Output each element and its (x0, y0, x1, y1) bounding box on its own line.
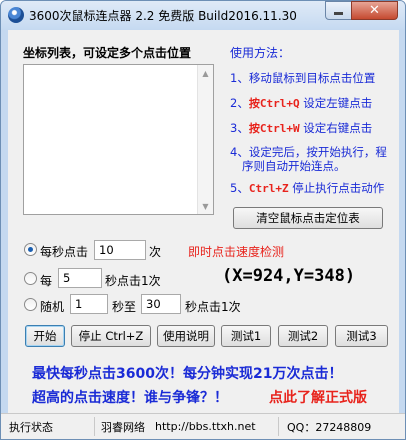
test3-button[interactable]: 测试3 (335, 325, 388, 347)
radio-every-n-seconds[interactable] (24, 272, 37, 285)
usage-step-2-text: 设定左键点击 (299, 96, 373, 110)
per-second-label: 每秒点击 (40, 245, 89, 259)
usage-step-5: 5、Ctrl+Z 停止执行点击动作 (230, 180, 384, 196)
window-title: 3600次鼠标连点器 2.2 免费版 Build2016.11.30 (29, 9, 297, 23)
usage-step-3: 3、按Ctrl+W 设定右键点击 (230, 120, 372, 136)
promo-line-2: 超高的点击速度！谁与争锋？！ (32, 390, 228, 406)
coord-listbox[interactable]: ▲ ▼ (23, 64, 214, 215)
usage-step-1: 1、移动鼠标到目标点击位置 (230, 71, 376, 85)
scroll-up-icon[interactable]: ▲ (198, 65, 213, 81)
status-bar: 执行状态 羽睿网络 http://bbs.ttxh.net QQ：2724880… (1, 413, 405, 439)
every-seconds-input[interactable]: 5 (58, 268, 102, 288)
usage-step-2: 2、按Ctrl+Q 设定左键点击 (230, 95, 372, 111)
pro-version-link[interactable]: 点此了解正式版 (269, 387, 367, 407)
status-url[interactable]: http://bbs.ttxh.net (149, 417, 279, 436)
stop-button[interactable]: 停止 Ctrl+Z (71, 325, 151, 347)
title-bar[interactable]: 3600次鼠标连点器 2.2 免费版 Build2016.11.30 ✕ (1, 1, 405, 29)
per-second-count-input[interactable]: 10 (94, 240, 146, 260)
usage-step-2-num: 2、 (230, 96, 249, 110)
help-button[interactable]: 使用说明 (157, 325, 215, 347)
promo-line-1: 最快每秒点击3600次！每分钟实现21万次点击！ (32, 366, 343, 382)
test1-button[interactable]: 测试1 (221, 325, 271, 347)
status-state: 执行状态 (3, 417, 95, 436)
realtime-speed-link[interactable]: 即时点击速度检测 (188, 243, 284, 260)
random-min-input[interactable]: 1 (70, 294, 108, 314)
usage-step-2-key: 按Ctrl+Q (248, 97, 300, 110)
mouse-coordinate-readout: (X=924,Y=348) (222, 266, 356, 286)
client-area: 坐标列表，可设定多个点击位置 ▲ ▼ 使用方法： 1、移动鼠标到目标点击位置 2… (8, 30, 399, 413)
minimize-button[interactable] (325, 1, 352, 20)
usage-step-3-key: 按Ctrl+W (248, 122, 300, 135)
usage-step-3-num: 3、 (230, 121, 249, 135)
usage-step-3-text: 设定右键点击 (299, 121, 373, 135)
usage-title: 使用方法： (230, 46, 291, 60)
radio-per-second[interactable] (24, 243, 37, 256)
usage-step-4-line2: 序则自动开始连点。 (242, 159, 346, 173)
per-second-unit: 次 (149, 245, 162, 259)
status-qq: QQ：27248809 (287, 420, 372, 434)
coord-list-scrollbar[interactable]: ▲ ▼ (197, 65, 213, 214)
test2-button[interactable]: 测试2 (278, 325, 328, 347)
status-company: 羽睿网络 (101, 420, 145, 434)
app-icon (8, 7, 24, 23)
close-icon: ✕ (369, 3, 380, 18)
random-max-input[interactable]: 30 (141, 294, 181, 314)
random-unit: 秒点击1次 (185, 300, 241, 314)
close-button[interactable]: ✕ (351, 1, 398, 20)
usage-step-5-text: 停止执行点击动作 (288, 181, 385, 195)
scroll-down-icon[interactable]: ▼ (198, 198, 213, 214)
app-window: 3600次鼠标连点器 2.2 免费版 Build2016.11.30 ✕ 坐标列… (0, 0, 406, 440)
usage-step-5-num: 5、 (230, 181, 249, 195)
minimize-icon (334, 11, 343, 15)
usage-step-5-key: Ctrl+Z (248, 182, 289, 195)
clear-coords-button[interactable]: 清空鼠标点击定位表 (233, 207, 383, 229)
random-label: 随机 (40, 300, 65, 314)
radio-random-interval[interactable] (24, 298, 37, 311)
every-label: 每 (40, 274, 53, 288)
coord-list-header: 坐标列表，可设定多个点击位置 (23, 46, 192, 60)
start-button[interactable]: 开始 (25, 325, 65, 347)
every-unit: 秒点击1次 (105, 274, 161, 288)
random-to-label: 秒至 (112, 300, 137, 314)
